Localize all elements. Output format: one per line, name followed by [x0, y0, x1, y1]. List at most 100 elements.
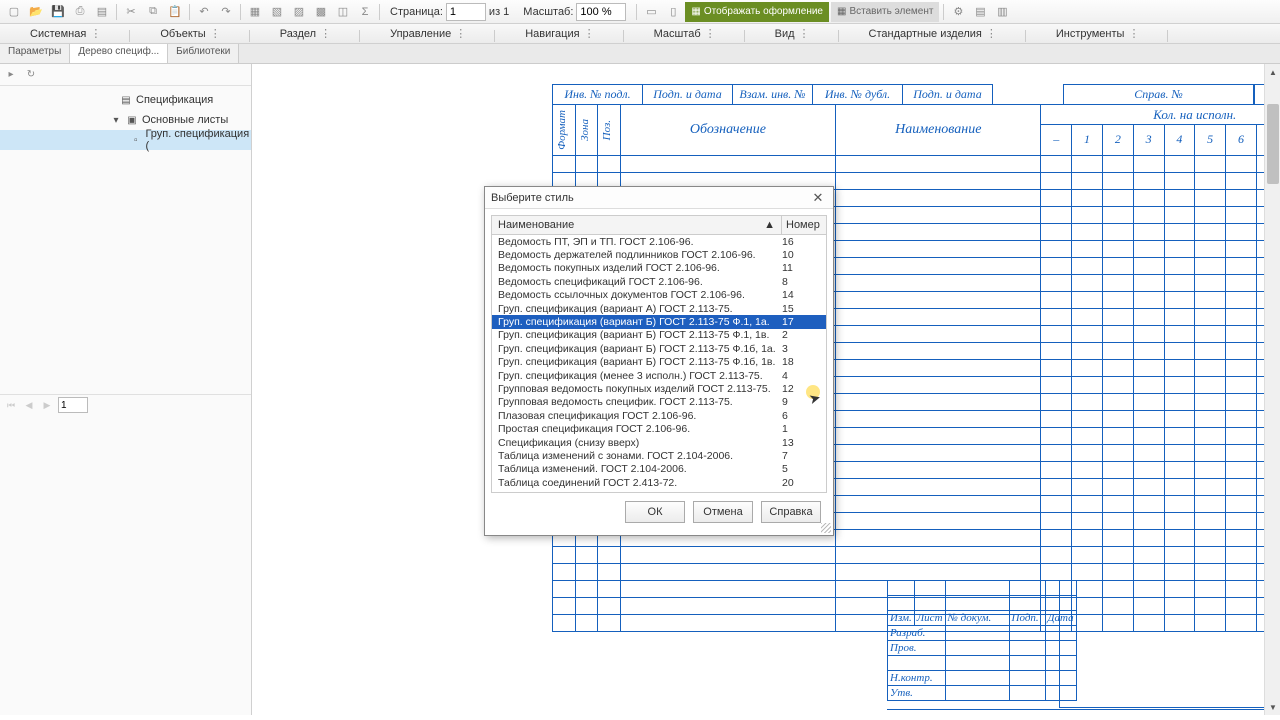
list-item[interactable]: Плазовая спецификация ГОСТ 2.106-96.6 [492, 409, 826, 422]
tab-spec-tree[interactable]: Дерево специф... [70, 44, 168, 63]
sigma-icon[interactable]: Σ [355, 2, 375, 22]
tool-icon[interactable]: ▧ [267, 2, 287, 22]
file-open-icon[interactable]: 📂 [26, 2, 46, 22]
hdr-inv-dubl: Инв. № дубл. [813, 85, 903, 105]
list-item[interactable]: Груп. спецификация (вариант А) ГОСТ 2.11… [492, 302, 826, 315]
show-design-button[interactable]: ▦ Отображать оформление [685, 2, 829, 22]
tool-icon[interactable]: ◫ [333, 2, 353, 22]
list-item[interactable]: Ведомость ПТ, ЭП и ТП. ГОСТ 2.106-96.16 [492, 235, 826, 248]
row-number-input[interactable] [58, 397, 88, 413]
vertical-scrollbar[interactable]: ▲ ▼ [1264, 64, 1280, 715]
page-of-label: из 1 [489, 6, 509, 18]
close-icon[interactable]: ✕ [809, 189, 827, 207]
nav-next-icon[interactable]: ▶ [40, 398, 54, 412]
list-item[interactable]: Простая спецификация ГОСТ 2.106-96.1 [492, 422, 826, 435]
paste-icon[interactable]: 📋 [165, 2, 185, 22]
insert-element-button[interactable]: ▦ Вставить элемент [831, 2, 939, 22]
list-item[interactable]: Ведомость держателей подлинников ГОСТ 2.… [492, 248, 826, 261]
menu-standard[interactable]: Стандартные изделия⋮ [839, 27, 1026, 40]
row-navigator: ⏮ ◀ ▶ [0, 394, 251, 416]
zoom-label: Масштаб: [523, 6, 573, 18]
tree-main-sheets[interactable]: ▾ ▣ Основные листы [0, 110, 251, 130]
tree-tool-icon[interactable]: ↻ [24, 68, 38, 82]
cut-icon[interactable]: ✂ [121, 2, 141, 22]
list-item[interactable]: Групповая ведомость покупных изделий ГОС… [492, 382, 826, 395]
nav-first-icon[interactable]: ⏮ [4, 398, 18, 412]
cancel-button[interactable]: Отмена [693, 501, 753, 523]
tab-libraries[interactable]: Библиотеки [168, 44, 239, 63]
table-row[interactable] [553, 155, 1280, 172]
menu-section[interactable]: Раздел⋮ [250, 27, 360, 40]
menu-navigation[interactable]: Навигация⋮ [495, 27, 623, 40]
list-item[interactable]: Груп. спецификация (вариант Б) ГОСТ 2.11… [492, 315, 826, 328]
scroll-down-icon[interactable]: ▼ [1265, 699, 1280, 715]
num-dash: – [1041, 125, 1072, 156]
table-row[interactable] [553, 546, 1280, 563]
tool-icon[interactable]: ▦ [245, 2, 265, 22]
tree-root[interactable]: ▤ Спецификация [0, 90, 251, 110]
tool-icon[interactable]: ▨ [289, 2, 309, 22]
panel-tabs: Параметры Дерево специф... Библиотеки [0, 44, 1280, 64]
menu-tools[interactable]: Инструменты⋮ [1026, 27, 1169, 40]
copy-icon[interactable]: ⧉ [143, 2, 163, 22]
tb-nkontr: Н.контр. [888, 671, 946, 686]
collapse-icon[interactable]: ▾ [110, 114, 122, 126]
list-item[interactable]: Групповая ведомость специфик. ГОСТ 2.113… [492, 396, 826, 409]
zoom-input[interactable] [576, 3, 626, 21]
preview-icon[interactable]: ▤ [92, 2, 112, 22]
tree-group-spec[interactable]: ▫ Груп. спецификация ( [0, 130, 251, 150]
style-list[interactable]: Ведомость ПТ, ЭП и ТП. ГОСТ 2.106-96.16В… [491, 235, 827, 493]
menu-view[interactable]: Вид⋮ [745, 27, 839, 40]
list-item[interactable]: Ведомость спецификаций ГОСТ 2.106-96.8 [492, 275, 826, 288]
list-item[interactable]: Таблица изменений с зонами. ГОСТ 2.104-2… [492, 449, 826, 462]
file-new-icon[interactable]: ▢ [4, 2, 24, 22]
list-item[interactable]: Ведомость покупных изделий ГОСТ 2.106-96… [492, 262, 826, 275]
scroll-up-icon[interactable]: ▲ [1265, 64, 1280, 80]
tb-podp: Подп. [1009, 611, 1045, 626]
menu-system[interactable]: Системная⋮ [0, 27, 130, 40]
list-item[interactable]: Таблица соединений ГОСТ 2.413-72.20 [492, 476, 826, 489]
list-item[interactable]: Груп. спецификация (менее 3 исполн.) ГОС… [492, 369, 826, 382]
nav-prev-icon[interactable]: ◀ [22, 398, 36, 412]
hdr-sprav: Справ. № [1064, 85, 1254, 105]
hdr-podp-data: Подп. и дата [643, 85, 733, 105]
separator [116, 4, 117, 20]
help-button[interactable]: Справка [761, 501, 821, 523]
save-icon[interactable]: 💾 [48, 2, 68, 22]
title-block: Изм. Лист № докум. Подп. Дата Разраб. Пр… [887, 580, 1077, 701]
ok-button[interactable]: ОК [625, 501, 685, 523]
sort-asc-icon: ▲ [764, 219, 775, 231]
view-icon[interactable]: ▭ [641, 2, 661, 22]
col-format: Формат [555, 106, 569, 154]
tool-icon[interactable]: ▥ [992, 2, 1012, 22]
list-item[interactable]: Таблица изменений. ГОСТ 2.104-2006.5 [492, 463, 826, 476]
view-icon[interactable]: ▯ [663, 2, 683, 22]
footer: Копировал Формат A4 [887, 709, 1280, 715]
menu-objects[interactable]: Объекты⋮ [130, 27, 249, 40]
tree-tool-icon[interactable]: ▸ [4, 68, 18, 82]
scroll-thumb[interactable] [1267, 104, 1279, 184]
list-item[interactable]: Ведомость ссылочных документов ГОСТ 2.10… [492, 289, 826, 302]
col-name-header[interactable]: Наименование▲ [492, 216, 782, 234]
tab-parameters[interactable]: Параметры [0, 44, 70, 63]
num-1: 1 [1072, 125, 1103, 156]
menu-zoom[interactable]: Масштаб⋮ [624, 27, 745, 40]
list-item[interactable]: Спецификация (снизу вверх)13 [492, 436, 826, 449]
list-item[interactable]: Груп. спецификация (вариант Б) ГОСТ 2.11… [492, 329, 826, 342]
col-zone: Зона [578, 115, 592, 145]
table-row[interactable] [553, 563, 1280, 580]
tool-icon[interactable]: ▤ [970, 2, 990, 22]
tool-icon[interactable]: ⚙ [948, 2, 968, 22]
separator [240, 4, 241, 20]
print-icon[interactable]: ⎙ [70, 2, 90, 22]
tb-dokum: № докум. [945, 611, 1009, 626]
menu-manage[interactable]: Управление⋮ [360, 27, 495, 40]
redo-icon[interactable]: ↷ [216, 2, 236, 22]
list-item[interactable]: Груп. спецификация (вариант Б) ГОСТ 2.11… [492, 356, 826, 369]
page-input[interactable] [446, 3, 486, 21]
undo-icon[interactable]: ↶ [194, 2, 214, 22]
list-item[interactable]: Груп. спецификация (вариант Б) ГОСТ 2.11… [492, 342, 826, 355]
col-number-header[interactable]: Номер [782, 216, 826, 234]
tool-icon[interactable]: ▩ [311, 2, 331, 22]
resize-handle[interactable] [821, 523, 831, 533]
